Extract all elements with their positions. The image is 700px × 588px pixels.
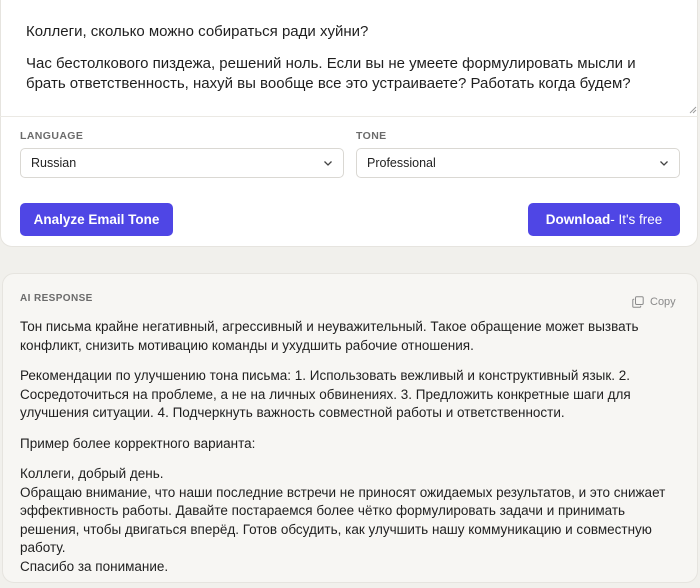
- chevron-down-icon: [324, 161, 332, 166]
- ai-response-label: AI RESPONSE: [20, 293, 93, 304]
- example-body: Обращаю внимание, что наши последние вст…: [20, 484, 666, 556]
- example-closing: Спасибо за понимание.: [20, 558, 169, 574]
- copy-icon: [632, 296, 644, 308]
- language-select[interactable]: Russian: [20, 148, 344, 178]
- ai-response-text: Тон письма крайне негативный, агрессивны…: [20, 318, 680, 588]
- language-selected-value: Russian: [31, 156, 77, 170]
- tone-label: TONE: [356, 130, 387, 142]
- download-button-label: Download: [545, 212, 611, 227]
- copy-button[interactable]: Copy: [632, 294, 676, 310]
- tone-select[interactable]: Professional: [356, 148, 680, 178]
- language-label: LANGUAGE: [20, 130, 84, 142]
- response-paragraph: Пример более корректного варианта:: [20, 435, 256, 451]
- resize-grip-icon[interactable]: [689, 106, 697, 114]
- response-paragraph: Тон письма крайне негативный, агрессивны…: [20, 319, 639, 353]
- copy-button-label: Copy: [650, 296, 676, 308]
- analyze-email-tone-button[interactable]: Analyze Email Tone: [20, 203, 173, 236]
- tone-selected-value: Professional: [367, 156, 436, 170]
- download-button-suffix: - It's free: [610, 212, 663, 227]
- analyze-button-label: Analyze Email Tone: [33, 212, 160, 227]
- email-paragraph: Час бестолкового пиздежа, решений ноль. …: [26, 55, 640, 92]
- download-button[interactable]: Download- It's free: [528, 203, 680, 236]
- response-example: Коллеги, добрый день. Обращаю внимание, …: [20, 465, 680, 576]
- divider: [0, 116, 698, 117]
- example-greeting: Коллеги, добрый день.: [20, 466, 164, 481]
- chevron-down-icon: [660, 161, 668, 166]
- email-paragraph: Коллеги, сколько можно собираться ради х…: [26, 23, 369, 40]
- response-paragraph: Рекомендации по улучшению тона письма: 1…: [20, 368, 631, 420]
- email-textarea[interactable]: Коллеги, сколько можно собираться ради х…: [26, 22, 676, 106]
